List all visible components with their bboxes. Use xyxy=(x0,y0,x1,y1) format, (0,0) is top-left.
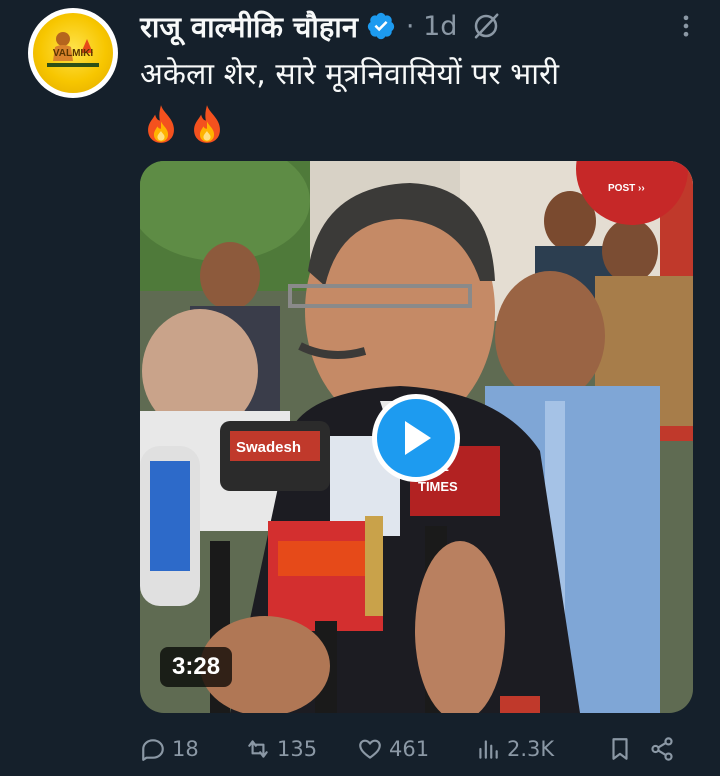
fire-icon xyxy=(194,105,220,143)
author-display-name[interactable]: राजू वाल्मीकि चौहान xyxy=(140,7,358,46)
tweet-header: राजू वाल्मीकि चौहान · 1d xyxy=(140,6,700,46)
reply-icon xyxy=(142,739,164,761)
video-player[interactable]: Swadesh LIVE TIMES POST ›› 3:28 xyxy=(140,161,693,713)
repost-button[interactable]: 135 xyxy=(245,736,357,762)
svg-text:POST ››: POST ›› xyxy=(608,183,645,194)
avatar[interactable]: VALMIKI xyxy=(28,8,118,98)
views-count: 2.3K xyxy=(507,737,555,761)
repost-count: 135 xyxy=(277,737,318,761)
bookmark-button[interactable] xyxy=(607,736,649,762)
more-options-icon[interactable] xyxy=(672,12,700,40)
tweet[interactable]: VALMIKI राजू वाल्मीकि चौहान · 1d अकेला श… xyxy=(0,0,720,776)
like-count: 461 xyxy=(389,737,430,761)
avatar-logo: VALMIKI xyxy=(33,13,113,93)
reply-count: 18 xyxy=(172,737,199,761)
views-icon xyxy=(479,740,498,759)
emoji-row xyxy=(142,104,226,144)
like-icon xyxy=(359,739,381,759)
share-icon xyxy=(651,737,673,761)
tweet-timestamp[interactable]: · 1d xyxy=(406,11,457,42)
play-icon xyxy=(405,421,431,455)
video-duration: 3:28 xyxy=(160,647,233,687)
views-button[interactable]: 2.3K xyxy=(475,736,607,762)
like-button[interactable]: 461 xyxy=(357,736,475,762)
repost-icon xyxy=(248,740,268,758)
share-button[interactable] xyxy=(649,736,681,762)
play-button[interactable] xyxy=(372,394,460,482)
avatar-logo-text: VALMIKI xyxy=(52,48,94,59)
tweet-text: अकेला शेर, सारे मूत्रनिवासियों पर भारी xyxy=(140,57,560,92)
tweet-actions: 18 135 461 2.3K xyxy=(140,732,685,766)
bookmark-icon xyxy=(612,738,628,760)
verified-badge-icon[interactable] xyxy=(366,11,396,41)
fire-icon xyxy=(148,105,174,143)
svg-text:Swadesh: Swadesh xyxy=(236,439,301,456)
grok-icon[interactable] xyxy=(471,11,501,41)
reply-button[interactable]: 18 xyxy=(140,736,245,762)
